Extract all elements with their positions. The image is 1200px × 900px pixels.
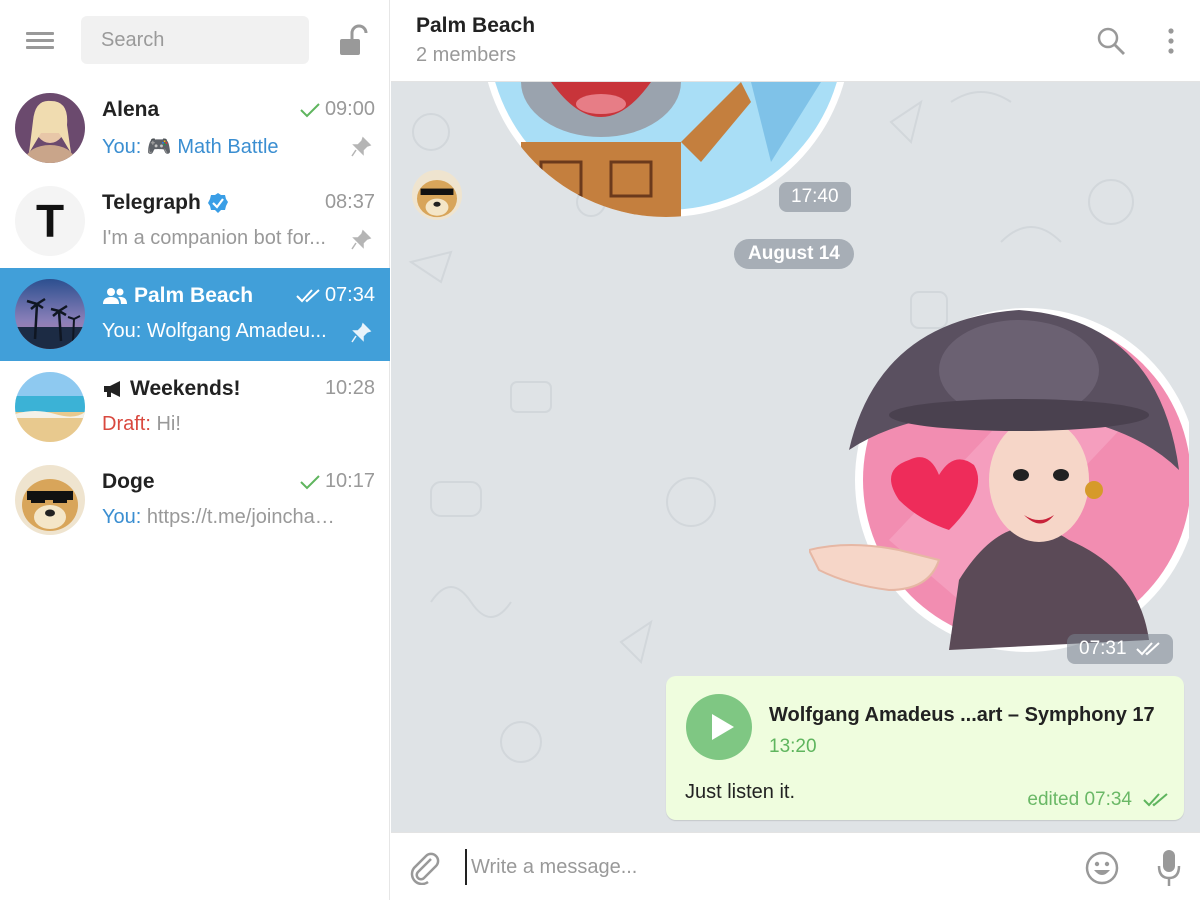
chat-item-palm-beach[interactable]: Palm Beach 07:34 You: Wolfgang Amadeu... (0, 268, 390, 361)
chat-name: Telegraph (102, 191, 229, 215)
sticker-lady-heart[interactable] (809, 300, 1189, 660)
chat-name-text: Weekends! (130, 377, 241, 400)
double-check-icon (1143, 793, 1168, 807)
double-check-icon (1135, 642, 1160, 656)
check-icon (300, 102, 320, 117)
sticker-timestamp: 07:31 (1067, 634, 1173, 664)
sticker-time-text: 07:31 (1079, 638, 1127, 659)
pin-icon (351, 322, 372, 343)
preview-text: I'm a companion bot for... (102, 227, 326, 249)
chat-item-telegraph[interactable]: T Telegraph 08:37 I'm a companion bot fo… (0, 175, 390, 268)
gamepad-icon: 🎮 (146, 136, 172, 158)
chat-time-text: 09:00 (324, 98, 375, 120)
avatar (15, 372, 85, 442)
pin-icon (351, 136, 372, 157)
audio-message-bubble[interactable]: Wolfgang Amadeus ...art – Symphony 17 13… (666, 676, 1184, 820)
message-area[interactable]: 17:40 August 14 07:31 Wolfgang Amadeus .… (391, 82, 1200, 832)
microphone-icon[interactable] (1157, 849, 1181, 887)
chat-time-text: 07:34 (324, 284, 375, 306)
chat-list: Alena 09:00 You: 🎮 Math Battle T Telegra… (0, 82, 390, 547)
compose-bar (391, 832, 1200, 900)
preview-text: Hi! (156, 413, 181, 435)
date-divider: August 14 (734, 239, 854, 269)
megaphone-icon (104, 381, 120, 397)
chat-item-doge[interactable]: Doge 10:17 You: https://t.me/joinchat/G.… (0, 454, 390, 547)
more-vertical-icon[interactable] (1161, 26, 1181, 56)
chat-time: 07:34 (295, 284, 375, 307)
chat-item-alena[interactable]: Alena 09:00 You: 🎮 Math Battle (0, 82, 390, 175)
chat-members-count: 2 members (416, 44, 517, 66)
chat-name: Alena (102, 98, 159, 122)
avatar (15, 279, 85, 349)
chat-name: Weekends! (102, 377, 241, 401)
preview-text: Wolfgang Amadeu... (146, 320, 327, 342)
play-button[interactable] (686, 694, 752, 760)
chat-preview: You: 🎮 Math Battle (102, 134, 337, 159)
chat-time: 10:17 (299, 470, 375, 493)
chat-name: Palm Beach (102, 284, 253, 308)
group-icon (103, 288, 127, 304)
chat-time: 09:00 (299, 98, 375, 121)
hamburger-menu-icon[interactable] (26, 28, 56, 54)
chat-preview: You: https://t.me/joinchat/G... (102, 506, 337, 529)
chat-time-text: 10:28 (324, 377, 375, 399)
you-label: You: (102, 320, 142, 342)
track-title: Wolfgang Amadeus ...art – Symphony 17 (769, 704, 1155, 726)
sidebar: Alena 09:00 You: 🎮 Math Battle T Telegra… (0, 0, 390, 900)
chat-name-text: Palm Beach (134, 284, 254, 307)
you-label: You: (102, 506, 142, 528)
sidebar-top-bar (0, 0, 390, 82)
emoji-icon[interactable] (1085, 851, 1119, 885)
chat-title[interactable]: Palm Beach (416, 14, 535, 38)
sticker-time-text: 17:40 (791, 186, 839, 207)
double-check-icon (296, 288, 320, 302)
search-input[interactable] (81, 16, 309, 64)
avatar: T (15, 186, 85, 256)
preview-text: Math Battle (177, 136, 279, 158)
track-duration: 13:20 (769, 736, 817, 757)
message-meta: edited 07:34 (1027, 789, 1170, 811)
search-icon[interactable] (1096, 26, 1126, 56)
message-input[interactable] (465, 849, 1065, 885)
edited-time: edited 07:34 (1027, 789, 1132, 810)
sticker-timestamp: 17:40 (779, 182, 851, 212)
draft-label: Draft: (102, 413, 151, 435)
avatar (15, 465, 85, 535)
avatar-letter: T (35, 195, 65, 247)
chat-name-text: Alena (102, 98, 160, 121)
date-text: August 14 (748, 243, 840, 264)
chat-time-text: 10:17 (324, 470, 375, 492)
chat-preview: I'm a companion bot for... (102, 227, 337, 250)
preview-text: https://t.me/joinchat/G... (146, 506, 337, 528)
avatar (15, 93, 85, 163)
chat-time: 10:28 (325, 377, 375, 400)
chat-name: Doge (102, 470, 155, 494)
paperclip-icon[interactable] (409, 851, 441, 885)
chat-item-weekends[interactable]: Weekends! 10:28 Draft: Hi! (0, 361, 390, 454)
chat-header: Palm Beach 2 members (391, 0, 1200, 82)
chat-time-text: 08:37 (324, 191, 375, 213)
chat-name-text: Doge (102, 470, 155, 493)
conversation-panel: Palm Beach 2 members 17:40 August 14 07:… (391, 0, 1200, 900)
sender-avatar[interactable] (412, 170, 462, 220)
check-icon (300, 474, 320, 489)
chat-name-text: Telegraph (102, 191, 201, 214)
lock-open-icon[interactable] (338, 24, 368, 58)
verified-badge-icon (207, 193, 228, 213)
chat-time: 08:37 (325, 191, 375, 214)
pin-icon (351, 229, 372, 250)
you-label: You: (102, 136, 142, 158)
chat-preview: Draft: Hi! (102, 413, 337, 436)
chat-preview: You: Wolfgang Amadeu... (102, 320, 337, 343)
message-caption: Just listen it. (685, 781, 796, 803)
